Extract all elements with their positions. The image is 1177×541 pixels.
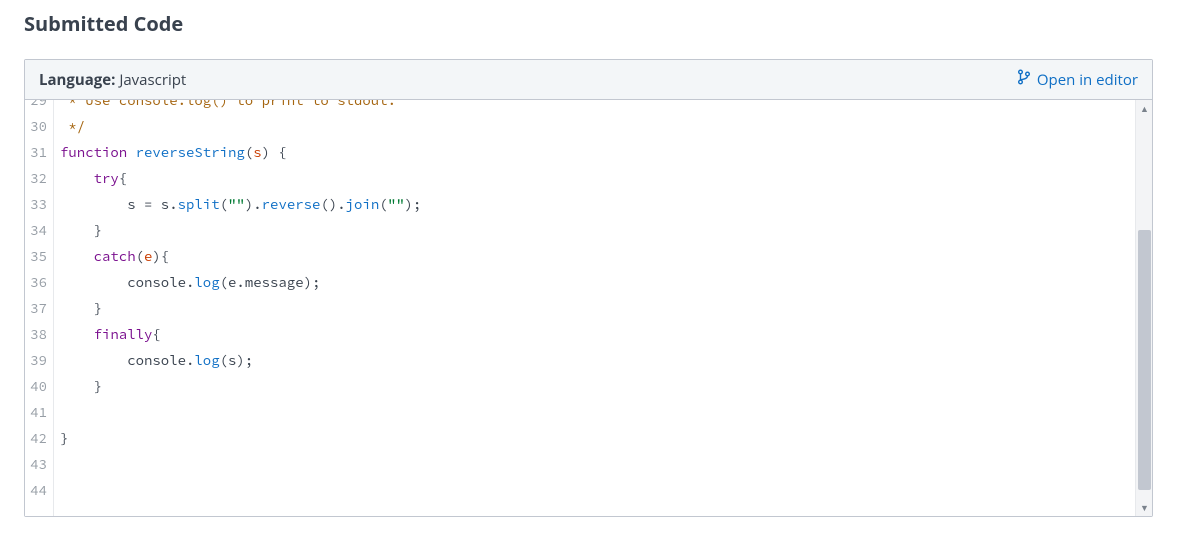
panel-header: Language: Javascript Open in editor xyxy=(25,60,1152,100)
code-line: } xyxy=(54,295,1152,321)
code-line: */ xyxy=(54,113,1152,139)
code-line xyxy=(54,399,1152,425)
code-panel: Language: Javascript Open in editor 2930… xyxy=(24,59,1153,517)
line-number: 44 xyxy=(25,477,53,503)
code-line xyxy=(54,451,1152,477)
code-line: } xyxy=(54,425,1152,451)
line-number: 29 xyxy=(25,100,53,113)
open-in-editor-label: Open in editor xyxy=(1037,70,1138,90)
line-number: 33 xyxy=(25,191,53,217)
line-number: 38 xyxy=(25,321,53,347)
line-number: 35 xyxy=(25,243,53,269)
scroll-down-arrow[interactable]: ▼ xyxy=(1136,499,1153,516)
code-line: console.log(s); xyxy=(54,347,1152,373)
line-gutter: 29303132333435363738394041424344 xyxy=(25,100,54,516)
line-number: 40 xyxy=(25,373,53,399)
code-content[interactable]: * Use console.log() to print to stdout. … xyxy=(54,100,1152,516)
code-line: * Use console.log() to print to stdout. xyxy=(54,100,396,113)
code-line: try{ xyxy=(54,165,1152,191)
line-number: 42 xyxy=(25,425,53,451)
line-number: 41 xyxy=(25,399,53,425)
code-line: s = s.split("").reverse().join(""); xyxy=(54,191,1152,217)
branch-icon xyxy=(1017,69,1031,90)
code-line: } xyxy=(54,217,1152,243)
scroll-up-arrow[interactable]: ▲ xyxy=(1136,100,1153,117)
line-number: 34 xyxy=(25,217,53,243)
language-label: Language: xyxy=(39,70,115,90)
line-number: 43 xyxy=(25,451,53,477)
scroll-thumb[interactable] xyxy=(1138,230,1151,490)
line-number: 37 xyxy=(25,295,53,321)
code-line: } xyxy=(54,373,1152,399)
line-number: 39 xyxy=(25,347,53,373)
section-title: Submitted Code xyxy=(24,10,1153,37)
open-in-editor-link[interactable]: Open in editor xyxy=(1017,69,1138,90)
language-value: Javascript xyxy=(119,70,186,90)
code-line xyxy=(54,477,1152,503)
code-line: console.log(e.message); xyxy=(54,269,1152,295)
line-number: 32 xyxy=(25,165,53,191)
code-editor[interactable]: 29303132333435363738394041424344 * Use c… xyxy=(25,100,1152,516)
line-number: 31 xyxy=(25,139,53,165)
line-number: 30 xyxy=(25,113,53,139)
code-line: catch(e){ xyxy=(54,243,1152,269)
code-line: function reverseString(s) { xyxy=(54,139,1152,165)
code-line: finally{ xyxy=(54,321,1152,347)
language-indicator: Language: Javascript xyxy=(39,70,186,90)
vertical-scrollbar[interactable]: ▲ ▼ xyxy=(1135,100,1152,516)
line-number: 36 xyxy=(25,269,53,295)
